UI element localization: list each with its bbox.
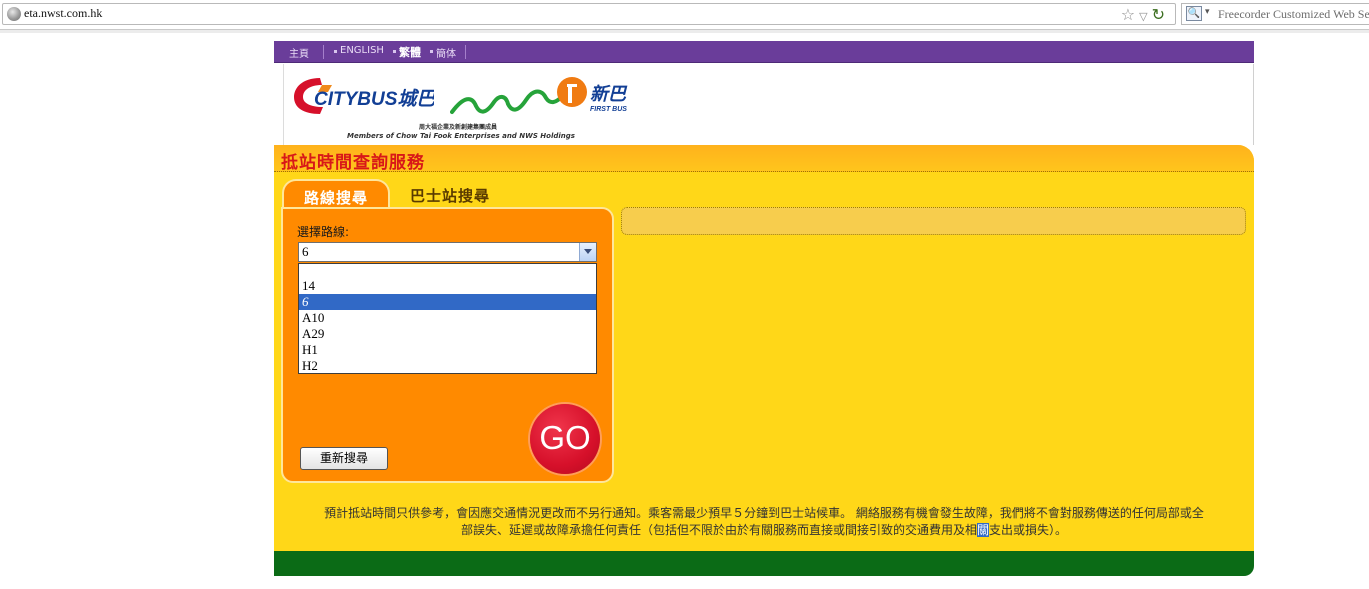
members-chinese-text: 周大福企業及新創建集團成員	[419, 124, 498, 131]
search-placeholder[interactable]: Freecorder Customized Web Sea	[1218, 7, 1369, 22]
tab-stop-search[interactable]: 巴士站搜尋	[410, 185, 490, 206]
disclaimer-line-2-start: 部誤失、延遲或故障承擔任何責任（包括但不限於由於有關服務而直接或間接引致的交通費…	[460, 523, 977, 537]
dropdown-icon[interactable]: ▽	[1139, 10, 1151, 23]
route-option-selected[interactable]: 6	[299, 294, 596, 310]
title-band: 抵站時間查詢服務	[274, 145, 1254, 173]
browser-search-box[interactable]: 🔍 ▾ Freecorder Customized Web Sea	[1181, 3, 1369, 25]
nav-divider	[323, 45, 324, 59]
browser-toolbar: eta.nwst.com.hk ☆▽↻ 🔍 ▾ Freecorder Custo…	[0, 0, 1369, 33]
firstbus-logo-english: FIRST BUS	[590, 106, 627, 113]
logo-banner: CITYBUS城巴 新巴 FIRST BUS 周大福企業及新創建集團成員 Mem…	[274, 64, 1254, 145]
citybus-logo[interactable]: CITYBUS城巴	[292, 72, 434, 118]
result-area	[621, 207, 1246, 235]
disclaimer-text: 預計抵站時間只供參考，會因應交通情況更改而不另行通知。乘客需最少預早５分鐘到巴士…	[284, 505, 1244, 539]
route-select-value: 6	[302, 244, 309, 259]
tab-route-search-label: 路線搜尋	[303, 189, 368, 207]
route-option[interactable]: A10	[299, 310, 596, 326]
nav-bullet	[393, 50, 396, 53]
nav-bullet	[430, 50, 433, 53]
route-select[interactable]: 6	[298, 242, 597, 262]
star-icon[interactable]: ☆	[1121, 5, 1139, 24]
firstbus-logo-text: 新巴	[590, 84, 628, 105]
footer-bar	[274, 551, 1254, 576]
firstbus-logo[interactable]: 新巴 FIRST BUS	[450, 76, 635, 122]
disclaimer-line-2-end: 支出或損失）。	[989, 523, 1068, 537]
route-option[interactable]: H2	[299, 358, 596, 373]
nav-english-link[interactable]: ENGLISH	[340, 45, 384, 56]
top-navigation: 主頁 ENGLISH 繁體 簡体	[274, 41, 1254, 63]
search-engine-dropdown-icon[interactable]: ▾	[1205, 7, 1210, 17]
page-title: 抵站時間查詢服務	[281, 153, 425, 173]
route-select-label: 選擇路線:	[297, 225, 350, 239]
route-options-list[interactable]: 14 6 A10 A29 H1 H2	[298, 263, 597, 374]
nav-simplified-link[interactable]: 簡体	[436, 45, 456, 60]
route-option[interactable]	[299, 264, 596, 278]
url-text[interactable]: eta.nwst.com.hk	[24, 6, 102, 21]
address-bar[interactable]: eta.nwst.com.hk ☆▽↻	[2, 3, 1176, 25]
reset-search-button[interactable]: 重新搜尋	[300, 447, 388, 470]
chevron-down-icon[interactable]	[579, 243, 596, 261]
page-container: 主頁 ENGLISH 繁體 簡体 CITYBUS城巴 新巴 FIRST BUS …	[274, 41, 1254, 576]
disclaimer-line-1: 預計抵站時間只供參考，會因應交通情況更改而不另行通知。乘客需最少預早５分鐘到巴士…	[324, 506, 1204, 520]
reload-icon[interactable]: ↻	[1152, 5, 1169, 24]
go-button[interactable]: GO	[530, 404, 600, 474]
route-option[interactable]: A29	[299, 326, 596, 342]
members-english-text: Members of Chow Tai Fook Enterprises and…	[347, 132, 575, 140]
main-content: 抵站時間查詢服務 路線搜尋 巴士站搜尋 選擇路線: 6 14 6 A10 A29…	[274, 145, 1254, 551]
search-engine-icon[interactable]: 🔍	[1186, 6, 1202, 21]
route-search-panel: 選擇路線: 6 14 6 A10 A29 H1 H2 重新搜尋 GO	[281, 207, 614, 483]
route-option[interactable]: H1	[299, 342, 596, 358]
disclaimer-line-2: 部誤失、延遲或故障承擔任何責任（包括但不限於由於有關服務而直接或間接引致的交通費…	[284, 522, 1244, 539]
highlighted-text: 關	[976, 523, 989, 537]
nav-home-link[interactable]: 主頁	[289, 45, 309, 60]
nav-divider	[465, 45, 466, 59]
nav-traditional-link[interactable]: 繁體	[399, 44, 421, 60]
globe-icon	[7, 7, 21, 21]
route-option[interactable]: 14	[299, 278, 596, 294]
citybus-logo-text: CITYBUS城巴	[314, 88, 434, 110]
nav-bullet	[334, 50, 337, 53]
